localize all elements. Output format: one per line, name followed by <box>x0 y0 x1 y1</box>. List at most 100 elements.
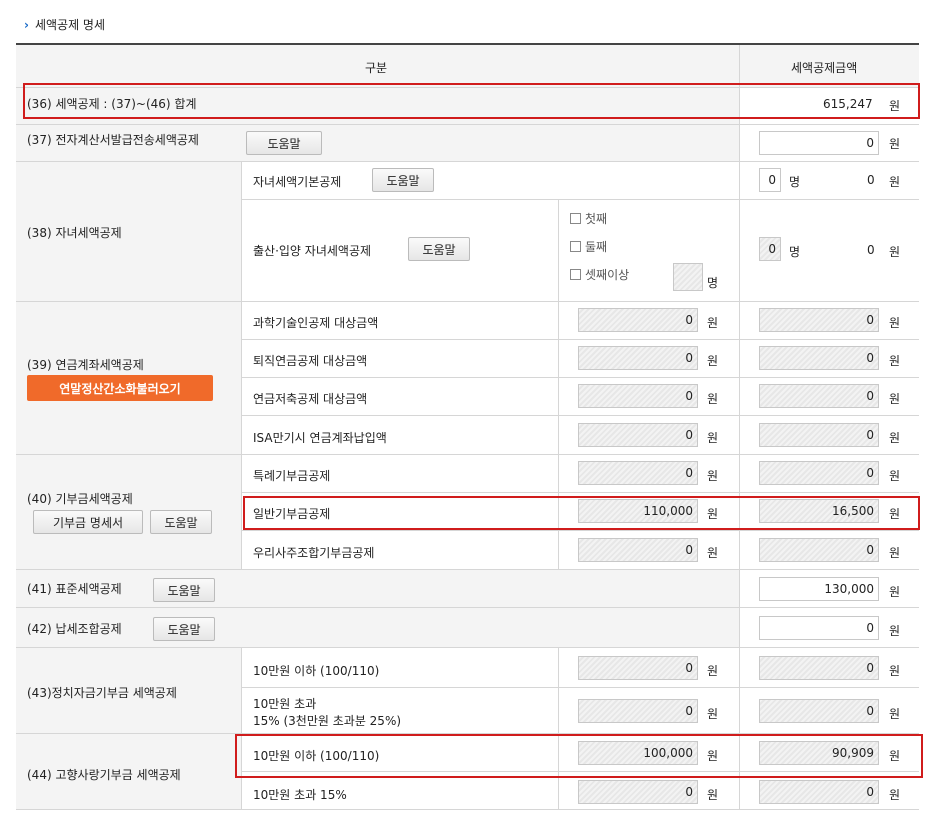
help-button-41[interactable]: 도움말 <box>153 578 215 602</box>
person-unit: 명 <box>707 276 719 290</box>
row-42-amount-input[interactable]: 0 <box>759 616 879 640</box>
column-divider <box>739 45 740 810</box>
checkbox-first[interactable]: 첫째 <box>570 210 607 227</box>
header-amount: 세액공제금액 <box>791 61 858 75</box>
political-row2-label: 10만원 초과 <box>253 697 317 711</box>
help-button-38-birth[interactable]: 도움말 <box>408 237 470 261</box>
donation-base-input[interactable]: 0 <box>578 461 698 485</box>
row-37-label: (37) 전자계산서발급전송세액공제 <box>27 133 199 147</box>
third-child-count-input[interactable] <box>673 263 703 291</box>
row-38-basic-cell <box>241 162 919 200</box>
highlight-hometown-donation <box>235 734 923 778</box>
pension-base-input[interactable]: 0 <box>578 423 698 447</box>
political-amount-input[interactable]: 0 <box>759 656 879 680</box>
row-44-label: (44) 고향사랑기부금 세액공제 <box>27 768 181 782</box>
section-title-text: 세액공제 명세 <box>34 18 106 32</box>
help-button-40[interactable]: 도움말 <box>150 510 212 534</box>
won-unit: 원 <box>707 316 719 330</box>
highlight-general-donation <box>243 496 920 530</box>
row-41-label: (41) 표준세액공제 <box>27 582 122 596</box>
pension-amount-input[interactable]: 0 <box>759 384 879 408</box>
checkbox-second[interactable]: 둘째 <box>570 238 607 255</box>
child-basic-count-input[interactable]: 0 <box>759 168 781 192</box>
political-base-input[interactable]: 0 <box>578 656 698 680</box>
political-amount-input[interactable]: 0 <box>759 699 879 723</box>
row-37-amount-input[interactable]: 0 <box>759 131 879 155</box>
row-42-bg <box>16 608 739 648</box>
row-39-40-divider <box>241 302 242 570</box>
won-unit: 원 <box>889 245 901 259</box>
won-unit: 원 <box>707 392 719 406</box>
donation-detail-button[interactable]: 기부금 명세서 <box>33 510 143 534</box>
political-base-input[interactable]: 0 <box>578 699 698 723</box>
won-unit: 원 <box>707 546 719 560</box>
hometown-amount-input[interactable]: 0 <box>759 780 879 804</box>
checkbox-first-label: 첫째 <box>585 212 608 226</box>
pension-base-input[interactable]: 0 <box>578 346 698 370</box>
child-birth-label: 출산·입양 자녀세액공제 <box>253 244 372 258</box>
table-header-row <box>16 45 919 88</box>
load-simplified-data-button[interactable]: 연말정산간소화불러오기 <box>27 375 213 401</box>
row-43-label: (43)정치자금기부금 세액공제 <box>27 686 177 700</box>
pension-base-input[interactable]: 0 <box>578 308 698 332</box>
pension-row-label: 과학기술인공제 대상금액 <box>253 316 379 330</box>
pension-amount-input[interactable]: 0 <box>759 346 879 370</box>
pension-base-input[interactable]: 0 <box>578 384 698 408</box>
won-unit: 원 <box>889 624 901 638</box>
donation-amount-input[interactable]: 0 <box>759 461 879 485</box>
pension-row-label: ISA만기시 연금계좌납입액 <box>253 431 387 445</box>
child-birth-count-input[interactable]: 0 <box>759 237 781 261</box>
help-button-37[interactable]: 도움말 <box>246 131 322 155</box>
donation-amount-input[interactable]: 0 <box>759 538 879 562</box>
checkbox-icon <box>570 241 581 252</box>
hometown-row2-label: 10만원 초과 15% <box>253 788 347 802</box>
pension-row-label: 연금저축공제 대상금액 <box>253 392 368 406</box>
won-unit: 원 <box>707 664 719 678</box>
row-39-label: (39) 연금계좌세액공제 <box>27 358 144 372</box>
won-unit: 원 <box>889 664 901 678</box>
child-basic-label: 자녀세액기본공제 <box>253 175 342 189</box>
won-unit: 원 <box>889 316 901 330</box>
checkbox-third-label: 셋째이상 <box>585 268 630 282</box>
donation-row-label: 우리사주조합기부금공제 <box>253 546 375 560</box>
checkbox-second-label: 둘째 <box>585 240 608 254</box>
won-unit: 원 <box>889 137 901 151</box>
row-38-label: (38) 자녀세액공제 <box>27 226 122 240</box>
won-unit: 원 <box>889 431 901 445</box>
chevron-right-icon: › <box>24 17 29 32</box>
political-row2-sublabel: 15% (3천만원 초과분 25%) <box>253 714 402 728</box>
pension-row-label: 퇴직연금공제 대상금액 <box>253 354 368 368</box>
checkbox-third[interactable]: 셋째이상 <box>570 266 629 283</box>
person-unit: 명 <box>789 245 801 259</box>
pension-amount-input[interactable]: 0 <box>759 423 879 447</box>
won-unit: 원 <box>889 546 901 560</box>
row-43-44-divider <box>241 648 242 810</box>
won-unit: 원 <box>889 469 901 483</box>
won-unit: 원 <box>889 707 901 721</box>
help-button-42[interactable]: 도움말 <box>153 617 215 641</box>
section-title: › 세액공제 명세 <box>24 16 105 33</box>
row-41-amount-input[interactable]: 130,000 <box>759 577 879 601</box>
row-42-label: (42) 납세조합공제 <box>27 622 122 636</box>
hometown-base-input[interactable]: 0 <box>578 780 698 804</box>
row-38-birth-divider <box>558 200 559 302</box>
won-unit: 원 <box>889 175 901 189</box>
pension-amount-input[interactable]: 0 <box>759 308 879 332</box>
row-43-44-base-divider <box>558 648 559 810</box>
help-button-38-basic[interactable]: 도움말 <box>372 168 434 192</box>
person-unit: 명 <box>789 175 801 189</box>
row-40-label: (40) 기부금세액공제 <box>27 492 133 506</box>
row-41-bg <box>16 570 739 608</box>
donation-base-input[interactable]: 0 <box>578 538 698 562</box>
won-unit: 원 <box>889 788 901 802</box>
won-unit: 원 <box>707 788 719 802</box>
header-category: 구분 <box>365 61 388 75</box>
won-unit: 원 <box>889 392 901 406</box>
won-unit: 원 <box>707 354 719 368</box>
donation-row-label: 특례기부금공제 <box>253 469 331 483</box>
child-birth-amount: 0 <box>867 243 875 257</box>
political-row1-label: 10만원 이하 (100/110) <box>253 664 380 678</box>
row-38-divider <box>241 162 242 302</box>
won-unit: 원 <box>889 585 901 599</box>
won-unit: 원 <box>707 431 719 445</box>
